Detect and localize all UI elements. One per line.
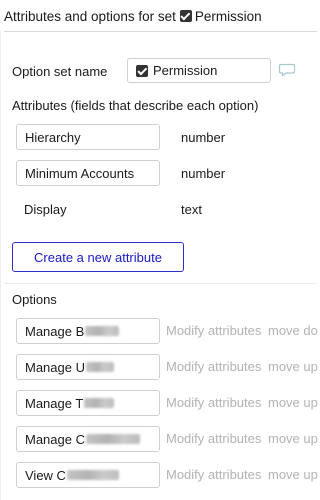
header-divider [4,31,317,32]
options-divider [4,283,317,284]
attribute-type: number [181,166,226,181]
redacted-text [84,398,115,408]
option-row: Manage T Modify attributes move up [0,390,318,416]
redacted-text [85,362,114,372]
move-option-link[interactable]: move do [268,323,318,338]
redacted-text [66,470,119,480]
move-option-link[interactable]: move up [268,431,318,446]
option-name: Manage T [25,395,84,411]
checkbox-checked-icon [136,64,148,77]
option-set-name-label: Option set name [12,64,108,79]
option-name-field[interactable]: View C [16,462,160,488]
option-row: Manage C Modify attributes move up [0,426,318,452]
option-name: Manage U [25,359,85,375]
modify-attributes-link[interactable]: Modify attributes [166,323,261,338]
option-set-name-value: Permission [153,63,218,78]
option-name-field[interactable]: Manage T [16,390,160,416]
option-name: View C [25,467,66,483]
checkbox-checked-icon [179,10,192,22]
option-set-name-field[interactable]: Permission [127,58,271,83]
option-name-field[interactable]: Manage U [16,354,160,380]
options-heading: Options [12,292,57,307]
move-option-link[interactable]: move up [268,467,318,482]
comment-icon[interactable] [278,62,296,78]
option-name-field[interactable]: Manage B [16,318,160,344]
panel-title: Attributes and options for set [4,8,176,24]
option-name: Manage C [25,431,85,447]
modify-attributes-link[interactable]: Modify attributes [166,467,261,482]
option-row: Manage B Modify attributes move do [0,318,318,344]
attribute-name-field[interactable]: Hierarchy [16,124,160,150]
modify-attributes-link[interactable]: Modify attributes [166,431,261,446]
option-name-field[interactable]: Manage C [16,426,160,452]
redacted-text [85,326,120,336]
attribute-name-field[interactable]: Minimum Accounts [16,160,160,186]
modify-attributes-link[interactable]: Modify attributes [166,359,261,374]
attribute-name: Hierarchy [25,129,81,145]
attributes-heading: Attributes (fields that describe each op… [12,98,259,113]
panel-set-name: Permission [194,8,262,24]
option-row: View C Modify attributes move up [0,462,318,488]
option-name: Manage B [25,323,85,339]
attribute-name: Minimum Accounts [25,165,135,181]
create-attribute-button[interactable]: Create a new attribute [12,242,184,272]
move-option-link[interactable]: move up [268,359,318,374]
attribute-type: text [181,202,202,217]
modify-attributes-link[interactable]: Modify attributes [166,395,261,410]
option-row: Manage U Modify attributes move up [0,354,318,380]
attribute-type: number [181,130,226,145]
panel-header: Attributes and options for set Permissio… [0,0,317,32]
move-option-link[interactable]: move up [268,395,318,410]
redacted-text [85,434,140,444]
attribute-name-static: Display [24,202,67,217]
